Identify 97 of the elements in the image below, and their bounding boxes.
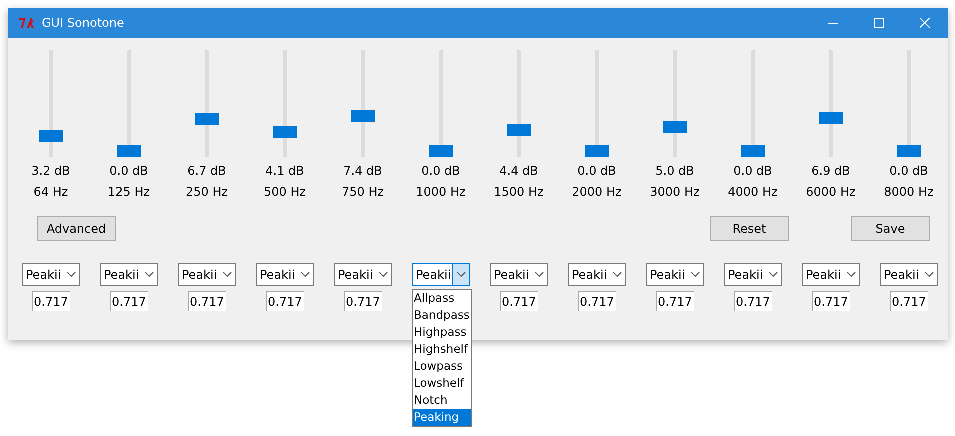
gain-label: 7.4 dB (344, 164, 382, 178)
filter-type-dropdown[interactable]: Peakii (802, 263, 860, 286)
close-icon (920, 18, 930, 28)
q-field[interactable]: 0.717 (578, 291, 616, 311)
gain-label: 0.0 dB (110, 164, 148, 178)
chevron-down-icon (222, 272, 232, 278)
chevron-down-icon (846, 272, 856, 278)
dropdown-option[interactable]: Peaking (413, 409, 471, 426)
chevron-down-icon (66, 272, 76, 278)
slider-track[interactable] (585, 50, 609, 157)
q-field[interactable]: 0.717 (188, 291, 226, 311)
filter-type-dropdown[interactable]: Peakii (100, 263, 158, 286)
frequency-label: 250 Hz (186, 185, 228, 199)
gain-label: 6.9 dB (812, 164, 850, 178)
dropdown-option[interactable]: Lowpass (413, 358, 471, 375)
chevron-down-icon (924, 272, 934, 278)
filter-type-dropdown[interactable]: Peakii (256, 263, 314, 286)
dropdown-option[interactable]: Allpass (413, 290, 471, 307)
filter-type-dropdown[interactable]: Peakii (334, 263, 392, 286)
dropdown-option[interactable]: Highpass (413, 324, 471, 341)
slider-track[interactable] (663, 50, 687, 157)
filter-type-dropdown[interactable]: Peakii (412, 263, 470, 286)
q-field[interactable]: 0.717 (734, 291, 772, 311)
slider-thumb[interactable] (195, 113, 219, 126)
gain-label: 0.0 dB (422, 164, 460, 178)
chevron-down-icon (534, 272, 544, 278)
gain-label: 4.1 dB (266, 164, 304, 178)
gain-label: 3.2 dB (32, 164, 70, 178)
slider-thumb[interactable] (741, 145, 765, 157)
filter-type-dropdown[interactable]: Peakii (490, 263, 548, 286)
q-field[interactable]: 0.717 (500, 291, 538, 311)
filter-type-dropdown[interactable]: Peakii (178, 263, 236, 286)
frequency-label: 500 Hz (264, 185, 306, 199)
gain-label: 0.0 dB (578, 164, 616, 178)
slider-track[interactable] (39, 50, 63, 157)
slider-thumb[interactable] (585, 145, 609, 157)
frequency-label: 4000 Hz (728, 185, 778, 199)
slider-thumb[interactable] (117, 145, 141, 157)
window-title: GUI Sonotone (42, 16, 124, 30)
filter-type-dropdown[interactable]: Peakii (646, 263, 704, 286)
dropdown-option[interactable]: Bandpass (413, 307, 471, 324)
slider-thumb[interactable] (273, 126, 297, 138)
chevron-down-icon (690, 272, 700, 278)
action-button[interactable]: Reset (710, 216, 789, 241)
slider-track[interactable] (273, 50, 297, 157)
frequency-label: 1000 Hz (416, 185, 466, 199)
slider-track[interactable] (117, 50, 141, 157)
frequency-label: 1500 Hz (494, 185, 544, 199)
q-field[interactable]: 0.717 (656, 291, 694, 311)
chevron-down-icon (144, 272, 154, 278)
chevron-down-icon (768, 272, 778, 278)
slider-thumb[interactable] (429, 145, 453, 157)
q-field[interactable]: 0.717 (890, 291, 928, 311)
filter-type-dropdown[interactable]: Peakii (568, 263, 626, 286)
gain-label: 6.7 dB (188, 164, 226, 178)
slider-track[interactable] (897, 50, 921, 157)
chevron-down-icon (300, 272, 310, 278)
slider-thumb[interactable] (507, 124, 531, 136)
frequency-label: 3000 Hz (650, 185, 700, 199)
frequency-label: 8000 Hz (884, 185, 934, 199)
maximize-icon (874, 18, 884, 28)
q-field[interactable]: 0.717 (812, 291, 850, 311)
gain-label: 4.4 dB (500, 164, 538, 178)
filter-type-dropdown[interactable]: Peakii (724, 263, 782, 286)
dropdown-option[interactable]: Lowshelf (413, 375, 471, 392)
slider-track[interactable] (507, 50, 531, 157)
slider-track[interactable] (429, 50, 453, 157)
frequency-label: 125 Hz (108, 185, 150, 199)
dropdown-option[interactable]: Notch (413, 392, 471, 409)
slider-thumb[interactable] (897, 145, 921, 157)
chevron-down-icon (612, 272, 622, 278)
q-field[interactable]: 0.717 (32, 291, 70, 311)
slider-thumb[interactable] (351, 110, 375, 122)
slider-thumb[interactable] (39, 130, 63, 142)
slider-track[interactable] (195, 50, 219, 157)
slider-track[interactable] (819, 50, 843, 157)
slider-track[interactable] (351, 50, 375, 157)
frequency-label: 2000 Hz (572, 185, 622, 199)
dropdown-option[interactable]: Highshelf (413, 341, 471, 358)
frequency-label: 64 Hz (34, 185, 68, 199)
action-button[interactable]: Save (851, 216, 930, 241)
frequency-label: 6000 Hz (806, 185, 856, 199)
q-field[interactable]: 0.717 (344, 291, 382, 311)
frequency-label: 750 Hz (342, 185, 384, 199)
gain-label: 0.0 dB (890, 164, 928, 178)
filter-type-dropdown[interactable]: Peakii (880, 263, 938, 286)
filter-type-dropdown[interactable]: Peakii (22, 263, 80, 286)
gain-label: 0.0 dB (734, 164, 772, 178)
action-button[interactable]: Advanced (37, 216, 116, 241)
slider-thumb[interactable] (663, 121, 687, 134)
gain-label: 5.0 dB (656, 164, 694, 178)
slider-track[interactable] (741, 50, 765, 157)
q-field[interactable]: 0.717 (266, 291, 304, 311)
chevron-down-icon (378, 272, 388, 278)
slider-thumb[interactable] (819, 112, 843, 124)
chevron-down-icon (456, 272, 466, 278)
q-field[interactable]: 0.717 (110, 291, 148, 311)
